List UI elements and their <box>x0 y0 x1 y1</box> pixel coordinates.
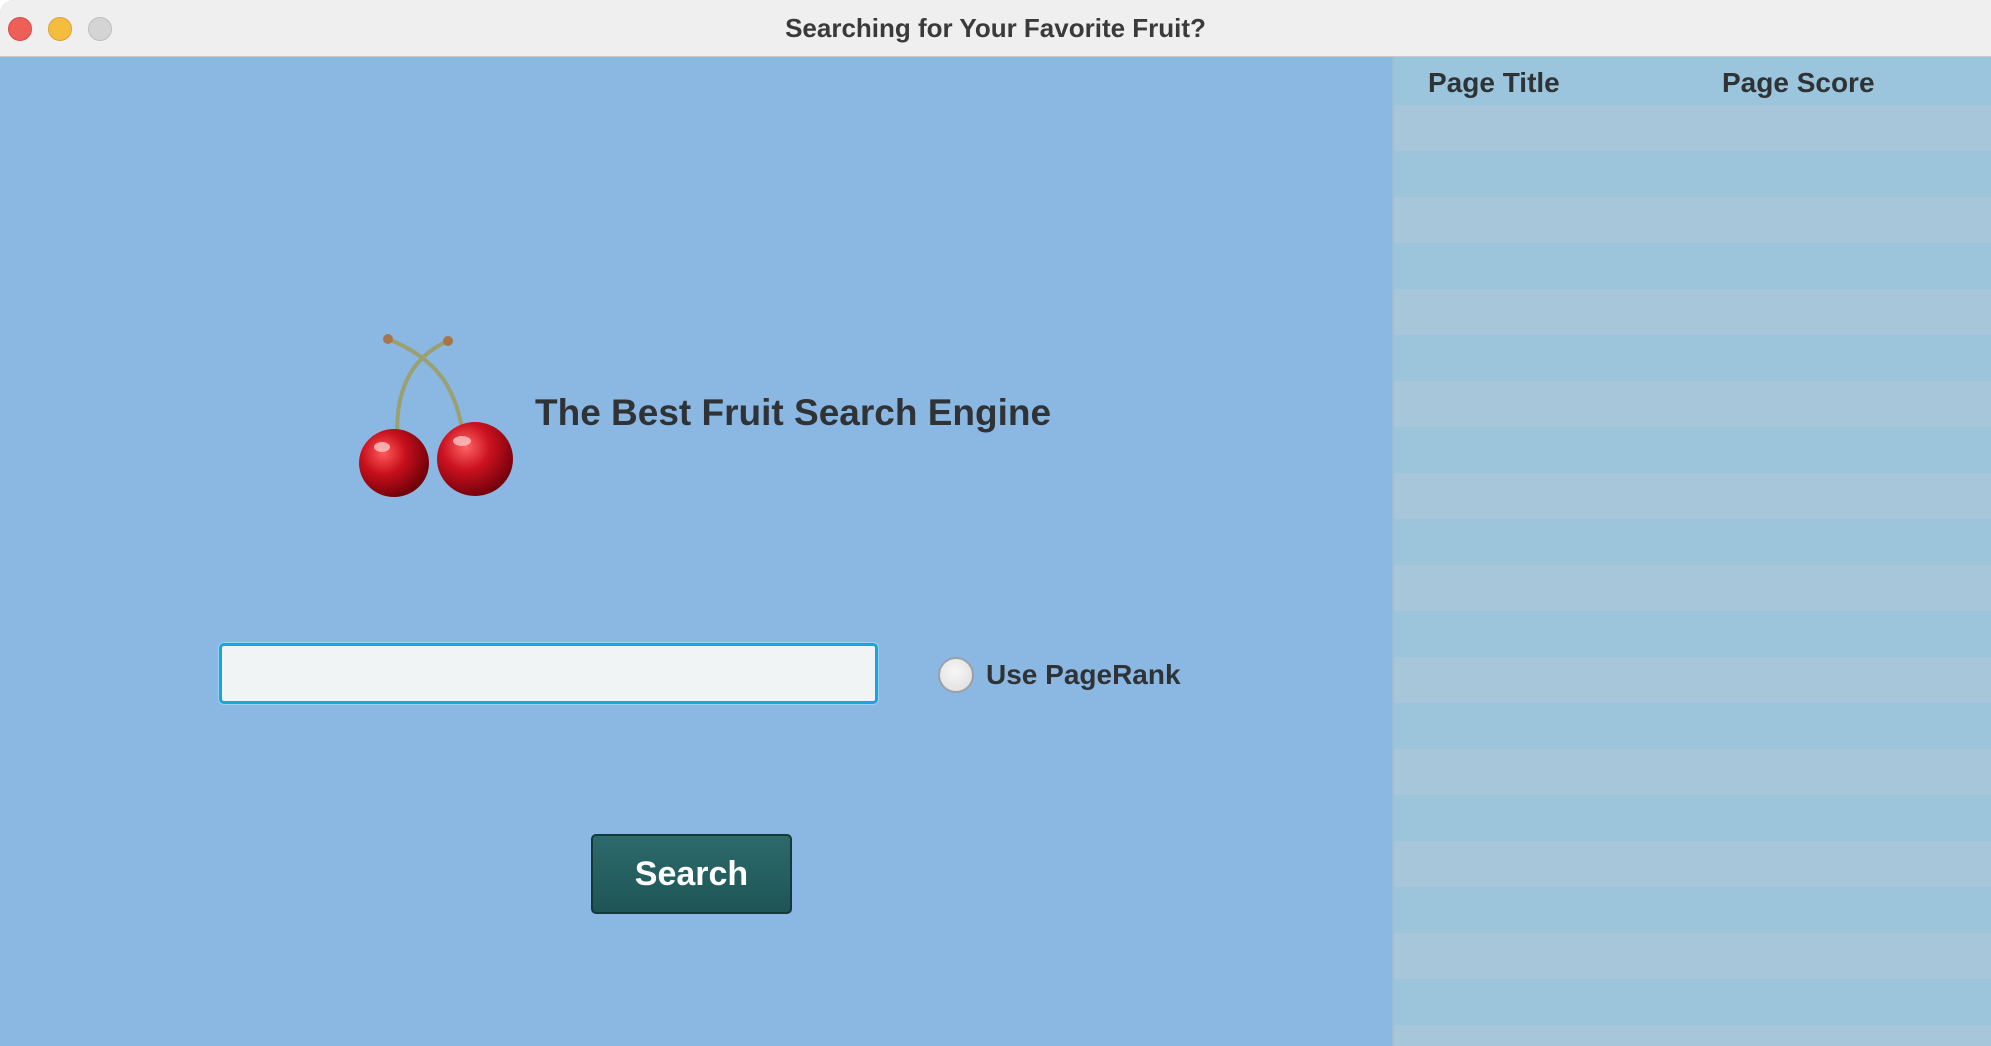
search-panel: The Best Fruit Search Engine Use PageRan… <box>0 57 1392 1046</box>
results-table: Page Title Page Score <box>1392 57 1991 1046</box>
title-bar: Searching for Your Favorite Fruit? <box>0 0 1991 57</box>
pagerank-radio-button[interactable] <box>938 657 974 693</box>
use-pagerank-option[interactable]: Use PageRank <box>938 655 1181 695</box>
search-button[interactable]: Search <box>591 834 792 914</box>
cherry-icon <box>359 334 513 497</box>
pagerank-label: Use PageRank <box>986 659 1181 690</box>
search-input[interactable] <box>219 643 878 704</box>
table-body[interactable] <box>1394 105 1991 1046</box>
table-header: Page Title Page Score <box>1394 57 1991 105</box>
headline: The Best Fruit Search Engine <box>535 392 1052 433</box>
column-header-page-title[interactable]: Page Title <box>1428 67 1560 99</box>
column-header-page-score[interactable]: Page Score <box>1722 67 1875 99</box>
app-window: Searching for Your Favorite Fruit? The B… <box>0 0 1991 1046</box>
window-title: Searching for Your Favorite Fruit? <box>785 13 1206 43</box>
